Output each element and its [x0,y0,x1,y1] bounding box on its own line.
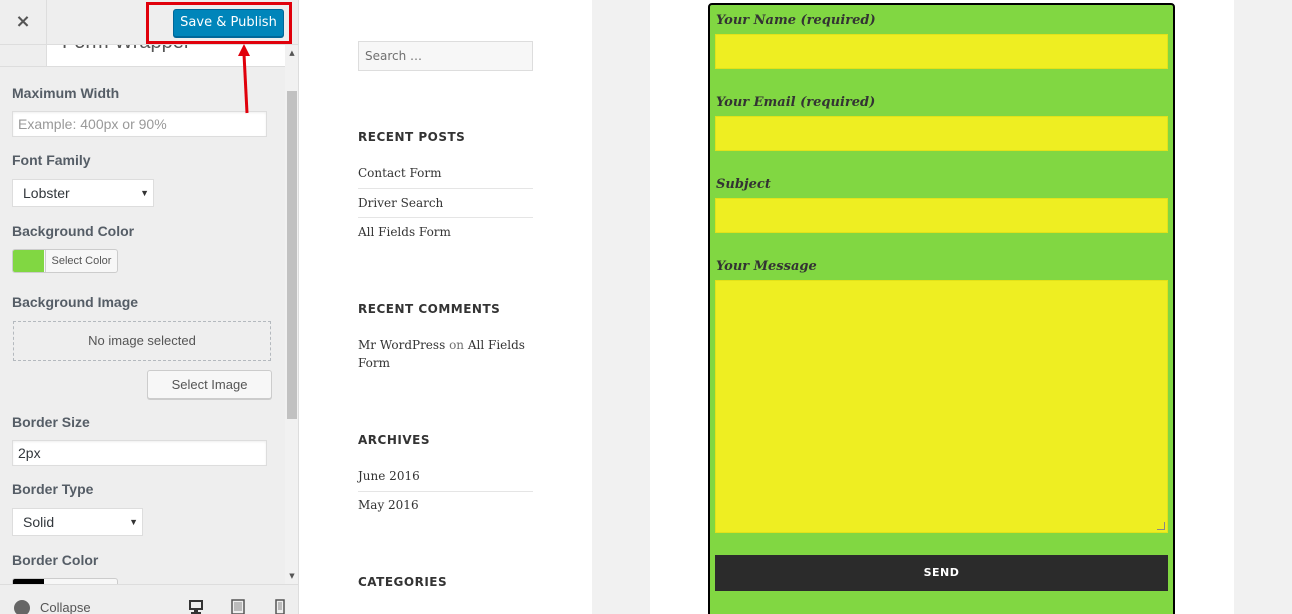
divider [358,188,533,189]
collapse-button[interactable]: Collapse [40,600,91,614]
dropdown-caret-icon: ▼ [129,517,138,527]
archive-link[interactable]: May 2016 [358,498,533,512]
background-color-picker[interactable]: Select Color [12,249,118,273]
image-placeholder: No image selected [13,321,271,361]
scroll-down-icon[interactable]: ▼ [285,570,298,582]
font-family-select[interactable]: Lobster ▼ [12,179,154,207]
comment-connector: on [449,338,465,352]
comment-author-link[interactable]: Mr WordPress [358,338,445,352]
border-type-value: Solid [23,514,55,530]
close-button[interactable]: × [0,0,47,45]
divider [358,217,533,218]
select-image-button[interactable]: Select Image [147,370,272,399]
post-link[interactable]: All Fields Form [358,225,533,239]
tablet-icon[interactable] [230,599,246,614]
border-size-label: Border Size [12,414,90,430]
recent-posts-title: RECENT POSTS [358,130,466,144]
email-label: Your Email (required) [716,95,876,110]
site-sidebar: Search … RECENT POSTS Contact Form Drive… [299,0,592,614]
scroll-thumb[interactable] [287,91,297,419]
customizer-footer: Collapse [0,584,298,614]
annotation-arrow-icon [238,44,250,114]
font-family-value: Lobster [23,185,70,201]
subject-label: Subject [716,177,771,192]
post-link[interactable]: Contact Form [358,166,533,180]
dropdown-caret-icon: ▼ [140,188,149,198]
name-label: Your Name (required) [716,13,876,28]
subject-field[interactable] [715,198,1168,233]
email-field[interactable] [715,116,1168,151]
color-swatch [13,250,44,272]
collapse-icon[interactable] [14,600,30,614]
content-area: Your Name (required) Your Email (require… [650,0,1234,614]
section-title: Form Wrapper [62,45,191,54]
max-width-input[interactable]: Example: 400px or 90% [12,111,267,137]
max-width-label: Maximum Width [12,85,120,101]
contact-form-wrapper: Your Name (required) Your Email (require… [708,3,1175,614]
mobile-icon[interactable] [272,599,288,614]
send-button[interactable]: SEND [715,555,1168,591]
select-color-label: Select Color [45,250,117,272]
search-input[interactable]: Search … [358,41,533,71]
background-image-label: Background Image [12,294,139,310]
border-type-label: Border Type [12,481,94,497]
recent-comments-title: RECENT COMMENTS [358,302,501,316]
archive-link[interactable]: June 2016 [358,469,533,483]
back-button[interactable] [0,45,47,66]
comment-post-link[interactable]: All Fields [468,338,525,352]
panel-scrollbar[interactable]: ▲ ▼ [285,45,298,584]
border-color-label: Border Color [12,552,99,568]
resize-grip-icon[interactable] [1157,522,1165,530]
post-link[interactable]: Driver Search [358,196,533,210]
customizer-panel: × Save & Publish Form Wrapper Maximum Wi… [0,0,299,614]
comment-post-link-cont[interactable]: Form [358,356,390,370]
message-textarea[interactable] [715,280,1168,533]
scroll-up-icon[interactable]: ▲ [285,47,298,59]
site-preview: Search … RECENT POSTS Contact Form Drive… [299,0,1292,614]
border-type-select[interactable]: Solid ▼ [12,508,143,536]
archives-title: ARCHIVES [358,433,430,447]
font-family-label: Font Family [12,152,91,168]
controls-list: Maximum Width Example: 400px or 90% Font… [0,67,285,584]
divider [358,491,533,492]
name-field[interactable] [715,34,1168,69]
background-color-label: Background Color [12,223,135,239]
publish-highlight-box [146,2,292,44]
message-label: Your Message [716,259,817,274]
comment-entry: Mr WordPress on All Fields Form [358,336,533,372]
desktop-icon[interactable] [188,599,204,614]
categories-title: CATEGORIES [358,575,448,589]
border-size-input[interactable]: 2px [12,440,267,466]
